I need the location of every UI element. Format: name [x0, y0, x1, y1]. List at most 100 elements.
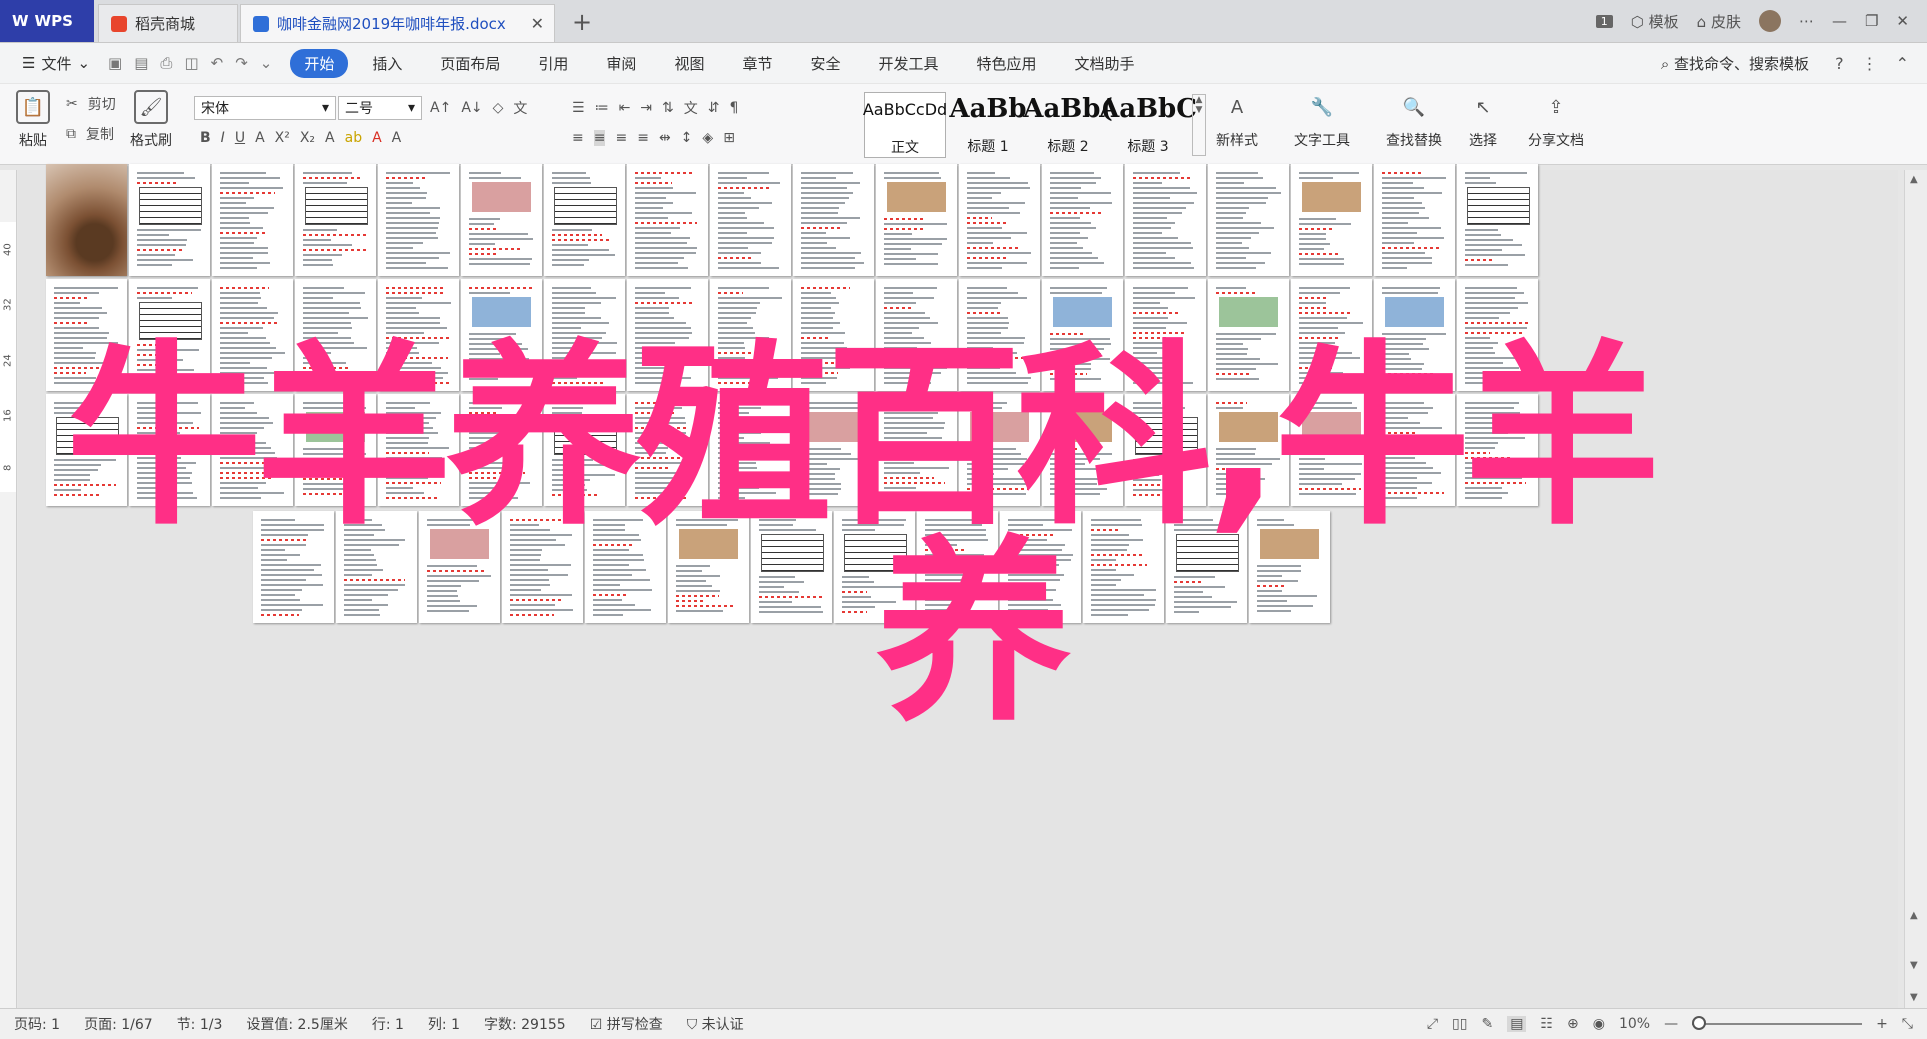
close-tab-icon[interactable]: ✕	[531, 14, 544, 33]
italic-icon[interactable]: I	[221, 130, 225, 146]
page-thumbnail[interactable]	[378, 164, 459, 276]
style-heading-2[interactable]: AaBb(标题 2	[1023, 92, 1112, 156]
page-thumbnail[interactable]	[129, 164, 210, 276]
zoom-slider-knob[interactable]	[1692, 1016, 1707, 1030]
status-word-count[interactable]: 字数: 29155	[484, 1014, 566, 1034]
copy-button[interactable]: ⧉ 复制	[66, 124, 114, 144]
status-section[interactable]: 节: 1/3	[177, 1014, 223, 1034]
page-thumbnail[interactable]	[1125, 164, 1206, 276]
undo-icon[interactable]: ↶	[211, 54, 224, 72]
status-setting[interactable]: 设置值: 2.5厘米	[246, 1014, 347, 1034]
style-heading-1[interactable]: AaBb 标题 1	[948, 92, 1028, 156]
status-column[interactable]: 列: 1	[428, 1014, 460, 1034]
certification-button[interactable]: ⛉ 未认证	[687, 1014, 744, 1034]
format-painter-button[interactable]: 🖌 格式刷	[130, 90, 172, 150]
grow-font-icon[interactable]: A↑	[430, 100, 451, 116]
page-thumbnail[interactable]	[461, 164, 542, 276]
paste-button[interactable]: 📋 粘贴	[16, 90, 50, 150]
status-page-number[interactable]: 页码: 1	[14, 1014, 60, 1034]
save-icon[interactable]: ▣	[108, 54, 122, 72]
edit-mode-icon[interactable]: ✎	[1481, 1016, 1493, 1032]
new-style-button[interactable]: A 新样式	[1216, 90, 1258, 150]
page-thumbnail[interactable]	[627, 164, 708, 276]
strikethrough-icon[interactable]: A	[255, 130, 265, 146]
shrink-font-icon[interactable]: A↓	[461, 100, 482, 116]
skin-button[interactable]: ⌂ 皮肤	[1697, 11, 1741, 32]
menu-item-home[interactable]: 开始	[290, 48, 349, 78]
show-marks-icon[interactable]: ¶	[730, 100, 739, 116]
share-document-button[interactable]: ⇪ 分享文档	[1528, 90, 1584, 150]
tab-document[interactable]: 咖啡金融网2019年咖啡年报.docx ✕	[240, 4, 555, 42]
page-thumbnail[interactable]	[212, 164, 293, 276]
zoom-out-icon[interactable]: —	[1664, 1016, 1678, 1032]
page-thumbnail[interactable]	[710, 164, 791, 276]
export-pdf-icon[interactable]: ▤	[134, 54, 148, 72]
menu-item-insert[interactable]: 插入	[358, 49, 416, 78]
menu-item-page-layout[interactable]: 页面布局	[426, 49, 514, 78]
page-thumbnail[interactable]	[46, 164, 127, 276]
bullets-icon[interactable]: ☰	[572, 100, 585, 116]
distributed-icon[interactable]: ⇹	[659, 130, 671, 146]
more-menu-icon[interactable]: ⋮	[1862, 54, 1878, 73]
menu-item-doc-assistant[interactable]: 文档助手	[1061, 49, 1149, 78]
select-button[interactable]: ↖ 选择	[1466, 90, 1500, 150]
vertical-scrollbar[interactable]: ▲ ▲ ▼ ▼	[1904, 170, 1927, 1010]
avatar[interactable]	[1758, 10, 1781, 32]
vertical-ruler[interactable]: 8 16 24 32 40	[0, 170, 17, 1010]
styles-scroll[interactable]: ▲ ▼	[1192, 94, 1206, 156]
subscript-icon[interactable]: X₂	[300, 130, 315, 146]
find-replace-button[interactable]: 🔍 查找替换	[1386, 90, 1442, 150]
bold-icon[interactable]: B	[200, 130, 211, 146]
minimize-icon[interactable]: —	[1832, 12, 1847, 30]
status-row[interactable]: 行: 1	[372, 1014, 404, 1034]
page-thumbnail[interactable]	[876, 164, 957, 276]
decrease-indent-icon[interactable]: ⇤	[619, 100, 631, 116]
menu-item-references[interactable]: 引用	[524, 49, 582, 78]
highlight-icon[interactable]: ab	[345, 130, 362, 146]
redo-icon[interactable]: ↷	[235, 54, 248, 72]
page-thumbnail[interactable]	[544, 164, 625, 276]
file-menu-button[interactable]: ☰ 文件 ⌄	[22, 53, 90, 74]
page-thumbnail[interactable]	[959, 164, 1040, 276]
superscript-icon[interactable]: X²	[275, 130, 290, 146]
align-center-icon[interactable]: ≡	[593, 130, 606, 146]
shading-icon[interactable]: ◈	[702, 130, 713, 146]
reading-mode-icon[interactable]: ▯▯	[1452, 1016, 1467, 1032]
borders-icon[interactable]: ⊞	[723, 130, 735, 146]
eye-protection-icon[interactable]: ◉	[1593, 1016, 1605, 1032]
zoom-slider[interactable]	[1692, 1016, 1863, 1030]
justify-icon[interactable]: ≡	[637, 130, 649, 146]
menu-item-review[interactable]: 审阅	[592, 49, 650, 78]
scroll-page-up-icon[interactable]: ▲	[1910, 910, 1918, 921]
command-search[interactable]: ⌕ 查找命令、搜索模板	[1661, 53, 1809, 74]
clear-format-icon[interactable]: ◇	[493, 100, 504, 116]
line-spacing-icon[interactable]: ↕	[681, 130, 693, 146]
help-icon[interactable]: ?	[1835, 54, 1844, 73]
font-color-icon[interactable]: A	[372, 130, 382, 146]
page-thumbnail[interactable]	[1208, 164, 1289, 276]
text-effect-icon[interactable]: A	[325, 130, 335, 146]
tab-wps[interactable]: W WPS	[0, 0, 94, 42]
cut-button[interactable]: ✂ 剪切	[66, 94, 116, 114]
align-left-icon[interactable]: ≡	[572, 130, 584, 146]
fullscreen-icon[interactable]: ⤢	[1427, 1016, 1438, 1032]
page-thumbnail[interactable]	[1291, 164, 1372, 276]
tab-shop[interactable]: 稻壳商城	[98, 4, 238, 42]
menu-item-view[interactable]: 视图	[660, 49, 718, 78]
collapse-ribbon-icon[interactable]: ⌃	[1896, 54, 1909, 73]
font-size-select[interactable]: 二号 ▾	[338, 96, 422, 120]
fit-page-icon[interactable]: ⤡	[1902, 1016, 1913, 1032]
template-button[interactable]: ⬡ 模板	[1631, 11, 1679, 32]
scroll-page-down-icon[interactable]: ▼	[1910, 960, 1918, 971]
chinese-layout-icon[interactable]: 文	[684, 98, 698, 118]
text-direction-icon[interactable]: ⇅	[662, 100, 674, 116]
menu-item-featured[interactable]: 特色应用	[963, 49, 1051, 78]
char-shading-icon[interactable]: A	[392, 130, 402, 146]
scroll-up-icon[interactable]: ▲	[1910, 174, 1918, 185]
numbering-icon[interactable]: ≔	[595, 100, 609, 116]
zoom-level[interactable]: 10%	[1619, 1016, 1650, 1032]
outline-view-icon[interactable]: ☷	[1540, 1016, 1553, 1032]
font-family-select[interactable]: 宋体 ▾	[194, 96, 336, 120]
maximize-icon[interactable]: ❐	[1865, 12, 1878, 30]
underline-icon[interactable]: U	[235, 130, 245, 146]
